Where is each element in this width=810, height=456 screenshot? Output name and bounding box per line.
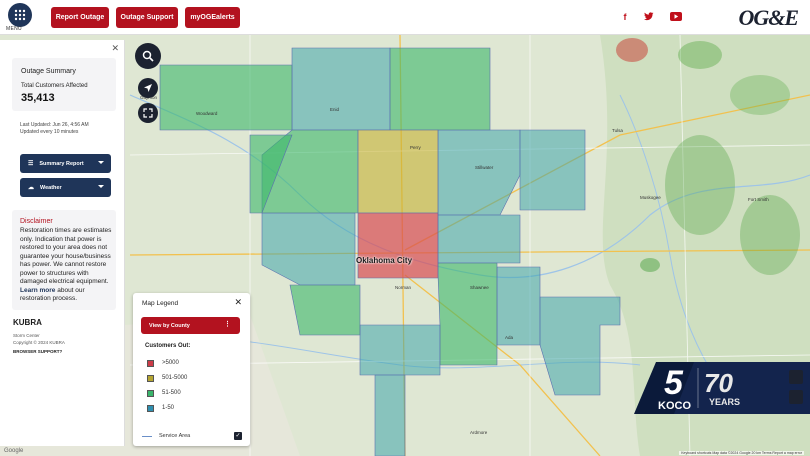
summary-title: Outage Summary xyxy=(21,68,76,75)
outage-support-button[interactable]: Outage Support xyxy=(116,7,178,28)
chevron-down-icon xyxy=(98,185,104,188)
disclaimer-text: Restoration times are estimates only. In… xyxy=(20,227,117,304)
last-updated: Last Updated: Jun 26, 4:56 AM xyxy=(20,122,89,128)
legend-item: 51-500 xyxy=(147,389,181,397)
storm-center-label: Storm Center xyxy=(13,333,40,338)
town-label: Ardmore xyxy=(470,430,488,435)
menu-button[interactable] xyxy=(8,3,32,27)
close-sidebar-icon[interactable]: ✕ xyxy=(111,43,119,54)
chevron-down-icon xyxy=(98,161,104,164)
total-affected-value: 35,413 xyxy=(21,92,55,104)
legend-item: 501-5000 xyxy=(147,374,187,382)
koco-brand: KOCO xyxy=(658,400,691,412)
legend-swatch xyxy=(147,359,154,367)
copyright: Copyright © 2024 KUBRA xyxy=(13,340,65,345)
koco-watermark: 5 KOCO 70 YEARS xyxy=(634,362,810,414)
search-map-button[interactable] xyxy=(135,43,161,69)
zoom-out-control[interactable] xyxy=(789,390,803,404)
legend-label: 1-50 xyxy=(162,405,175,411)
update-interval: Updated every 10 minutes xyxy=(20,129,79,135)
locate-button[interactable] xyxy=(138,78,158,98)
disclaimer-title: Disclaimer xyxy=(20,218,53,225)
town-label: Muskogee xyxy=(640,195,661,200)
sidebar: ✕ Outage Summary Total Customers Affecte… xyxy=(0,40,125,446)
fullscreen-icon xyxy=(143,108,153,118)
grid-icon xyxy=(14,9,26,21)
town-label: Enid xyxy=(330,107,340,112)
town-label: Fort Smith xyxy=(748,197,769,202)
legend-swatch xyxy=(147,389,154,397)
anniversary-number: 70 xyxy=(704,368,733,398)
channel-number: 5 xyxy=(664,364,684,402)
disclaimer-body: Restoration times are estimates only. In… xyxy=(20,227,112,285)
facebook-icon[interactable]: f xyxy=(620,12,630,22)
more-options-icon: ⋮ xyxy=(224,321,231,328)
menu-label: MENU xyxy=(6,26,22,32)
city-label-oklahoma-city: Oklahoma City xyxy=(356,256,413,265)
google-logo: Google xyxy=(4,448,24,454)
location-arrow-icon xyxy=(144,84,152,92)
fullscreen-button[interactable] xyxy=(138,103,158,123)
cloud-icon: ☁ xyxy=(28,185,34,191)
legend-swatch xyxy=(147,404,154,412)
town-label: Woodward xyxy=(196,111,218,116)
search-icon xyxy=(142,50,154,62)
town-label: Perry xyxy=(410,145,421,150)
learn-more-link[interactable]: Learn more xyxy=(20,287,55,294)
town-label: Stillwater xyxy=(475,165,494,170)
kubra-logo: KUBRA xyxy=(13,318,42,327)
report-outage-button[interactable]: Report Outage xyxy=(51,7,109,28)
anniversary-years: YEARS xyxy=(709,397,740,407)
service-area-label: Service Area xyxy=(159,433,191,439)
legend-title: Map Legend xyxy=(142,300,179,307)
legend-item: >5000 xyxy=(147,359,179,367)
town-label: Tulsa xyxy=(612,128,623,133)
map-attribution[interactable]: Keyboard shortcuts Map data ©2024 Google… xyxy=(679,451,804,455)
town-label: Ada xyxy=(505,335,514,340)
summary-report-label: Summary Report xyxy=(39,160,84,167)
view-by-county-button[interactable]: View by County ⋮ xyxy=(141,317,240,334)
twitter-icon[interactable] xyxy=(644,12,654,22)
youtube-icon[interactable] xyxy=(670,12,682,22)
weather-label: Weather xyxy=(40,184,62,191)
checkbox-checked-icon[interactable]: ✓ xyxy=(234,432,242,440)
weather-button[interactable]: ☁ Weather xyxy=(20,178,111,197)
browser-support-link[interactable]: BROWSER SUPPORT? xyxy=(13,349,62,354)
legend-item: 1-50 xyxy=(147,404,174,412)
close-legend-icon[interactable]: ✕ xyxy=(234,297,242,308)
total-affected-label: Total Customers Affected xyxy=(21,83,88,89)
myogealerts-button[interactable]: myOGEalerts xyxy=(185,7,240,28)
town-label: Norman xyxy=(395,285,412,290)
legend-swatch xyxy=(147,374,154,382)
zoom-in-control[interactable] xyxy=(789,370,803,384)
town-label: Shawnee xyxy=(470,285,489,290)
legend-label: >5000 xyxy=(162,360,179,366)
customers-out-label: Customers Out: xyxy=(145,343,191,349)
service-area-line xyxy=(142,436,152,437)
view-by-label: View by County xyxy=(149,322,190,329)
legend-label: 501-5000 xyxy=(162,375,188,381)
service-area-toggle[interactable]: Service Area ✓ xyxy=(142,432,242,440)
map-legend: Map Legend ✕ View by County ⋮ Customers … xyxy=(133,293,250,446)
list-icon: ☰ xyxy=(28,161,34,167)
summary-report-button[interactable]: ☰ Summary Report xyxy=(20,154,111,173)
oge-logo: OG&E xyxy=(738,5,799,30)
outage-summary-card: Outage Summary Total Customers Affected … xyxy=(12,58,116,111)
top-bar: MENU Report Outage Outage Support myOGEa… xyxy=(0,0,810,35)
legend-label: 51-500 xyxy=(162,390,181,396)
